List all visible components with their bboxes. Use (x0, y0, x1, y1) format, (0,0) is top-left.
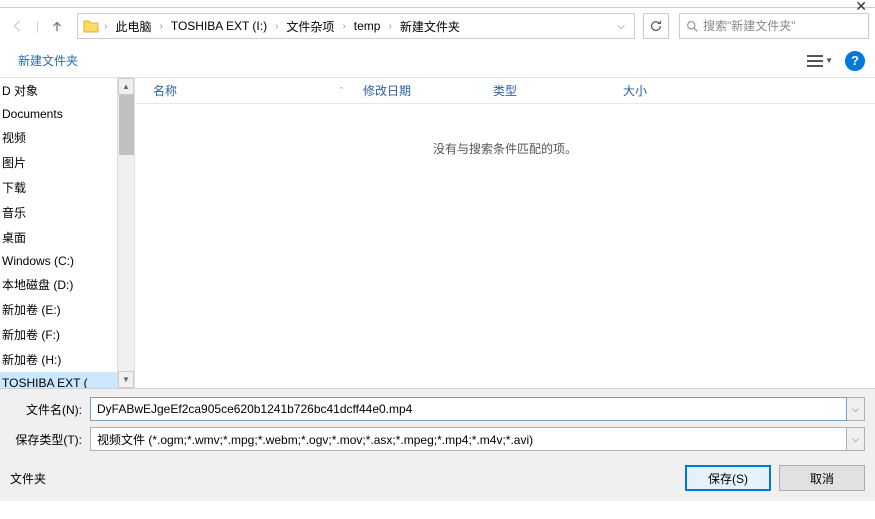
breadcrumb-item[interactable]: temp (350, 17, 385, 35)
breadcrumb-item[interactable]: TOSHIBA EXT (I:) (167, 17, 271, 35)
close-icon[interactable]: ✕ (855, 0, 867, 15)
sidebar-item[interactable]: D 对象 (0, 78, 134, 103)
filename-input[interactable] (90, 397, 847, 421)
sidebar-item[interactable]: 本地磁盘 (D:) (0, 272, 134, 297)
sidebar-item[interactable]: 图片 (0, 150, 134, 175)
column-header-name[interactable]: 名称 ˆ (153, 82, 363, 99)
filename-label: 文件名(N): (0, 401, 90, 418)
sidebar-item[interactable]: Documents (0, 103, 134, 125)
column-header-size[interactable]: 大小 (623, 82, 703, 99)
file-list-area: 名称 ˆ 修改日期 类型 大小 没有与搜索条件匹配的项。 (135, 78, 875, 388)
chevron-right-icon[interactable]: › (157, 21, 164, 32)
sidebar-item[interactable]: 视频 (0, 125, 134, 150)
sidebar-item[interactable]: 桌面 (0, 225, 134, 250)
sidebar-item[interactable]: 音乐 (0, 200, 134, 225)
scroll-up-icon[interactable]: ▲ (118, 78, 134, 95)
toolbar: 新建文件夹 ▼ ? (0, 44, 875, 78)
titlebar: ✕ (0, 0, 875, 8)
sort-indicator-icon: ˆ (340, 86, 343, 96)
folder-icon (82, 17, 100, 35)
search-input[interactable] (703, 19, 862, 33)
sidebar-scrollbar[interactable]: ▲ ▼ (117, 78, 134, 388)
column-headers: 名称 ˆ 修改日期 类型 大小 (135, 78, 875, 104)
up-button[interactable] (45, 14, 69, 38)
cancel-button[interactable]: 取消 (779, 465, 865, 491)
sidebar-item[interactable]: 新加卷 (H:) (0, 347, 134, 372)
scroll-down-icon[interactable]: ▼ (118, 371, 134, 388)
navigation-row: | › 此电脑 › TOSHIBA EXT (I:) › 文件杂项 › temp… (0, 8, 875, 44)
filetype-select[interactable] (90, 427, 847, 451)
body-area: D 对象 Documents 视频 图片 下载 音乐 桌面 Windows (C… (0, 78, 875, 388)
search-box[interactable] (679, 13, 869, 39)
chevron-right-icon[interactable]: › (273, 21, 280, 32)
sidebar-item[interactable]: 下载 (0, 175, 134, 200)
empty-message: 没有与搜索条件匹配的项。 (135, 140, 875, 157)
filetype-dropdown-icon[interactable]: ⌵ (847, 427, 865, 451)
column-header-type[interactable]: 类型 (493, 82, 623, 99)
button-row: 文件夹 保存(S) 取消 (0, 465, 865, 491)
filetype-label: 保存类型(T): (0, 431, 90, 448)
filetype-row: 保存类型(T): ⌵ (0, 427, 865, 451)
column-header-date[interactable]: 修改日期 (363, 82, 493, 99)
search-icon (686, 20, 699, 33)
address-dropdown-icon[interactable]: ⌵ (612, 21, 630, 32)
sidebar-item[interactable]: Windows (C:) (0, 250, 134, 272)
breadcrumb-item[interactable]: 新建文件夹 (396, 16, 464, 37)
refresh-button[interactable] (643, 13, 669, 39)
breadcrumb-item[interactable]: 此电脑 (111, 16, 155, 37)
sidebar-item[interactable]: TOSHIBA EXT ( (0, 372, 134, 388)
sidebar-item[interactable]: 新加卷 (F:) (0, 322, 134, 347)
scrollbar-thumb[interactable] (119, 95, 134, 155)
hide-folders-button[interactable]: 文件夹 (2, 466, 54, 491)
sidebar: D 对象 Documents 视频 图片 下载 音乐 桌面 Windows (C… (0, 78, 135, 388)
filename-dropdown-icon[interactable]: ⌵ (847, 397, 865, 421)
back-button[interactable] (6, 14, 30, 38)
filename-row: 文件名(N): ⌵ (0, 397, 865, 421)
chevron-right-icon[interactable]: › (340, 21, 347, 32)
column-label: 名称 (153, 82, 177, 99)
chevron-right-icon[interactable]: › (102, 21, 109, 32)
bottom-panel: 文件名(N): ⌵ 保存类型(T): ⌵ 文件夹 保存(S) 取消 (0, 388, 875, 501)
new-folder-button[interactable]: 新建文件夹 (10, 48, 86, 73)
sidebar-item[interactable]: 新加卷 (E:) (0, 297, 134, 322)
nav-separator: | (36, 19, 39, 33)
save-button[interactable]: 保存(S) (685, 465, 771, 491)
chevron-right-icon[interactable]: › (386, 21, 393, 32)
address-bar[interactable]: › 此电脑 › TOSHIBA EXT (I:) › 文件杂项 › temp ›… (77, 13, 635, 39)
help-button[interactable]: ? (845, 51, 865, 71)
view-mode-button[interactable]: ▼ (803, 52, 837, 70)
chevron-down-icon: ▼ (825, 56, 833, 65)
breadcrumb-item[interactable]: 文件杂项 (282, 16, 338, 37)
